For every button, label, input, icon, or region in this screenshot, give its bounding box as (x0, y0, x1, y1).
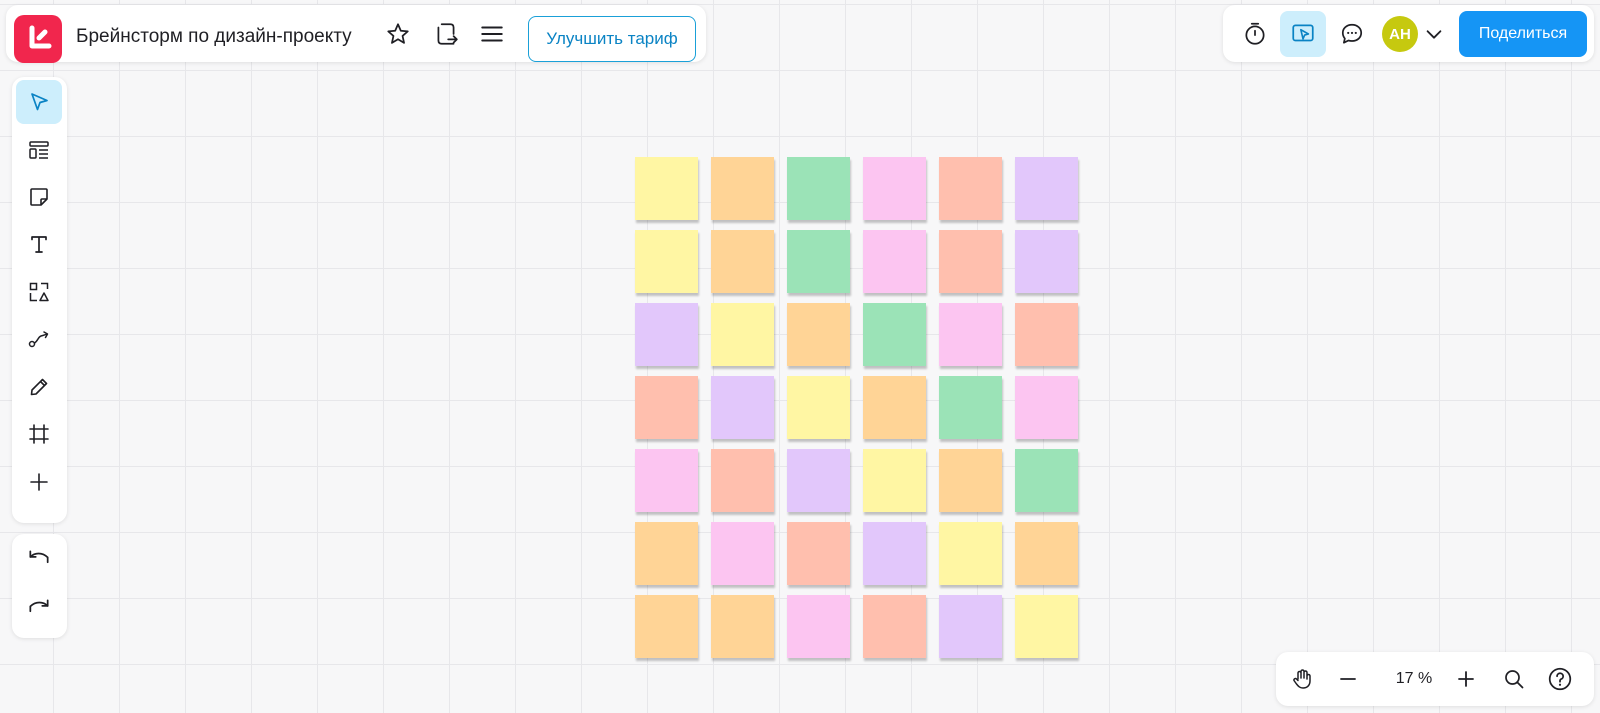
pen-icon[interactable] (16, 365, 62, 409)
presentation-cursor-icon[interactable] (1280, 11, 1326, 57)
sticky-note[interactable] (939, 449, 1002, 512)
share-button[interactable]: Поделиться (1459, 11, 1587, 57)
sticky-note[interactable] (939, 522, 1002, 585)
sticky-note[interactable] (635, 376, 698, 439)
sticky-note[interactable] (863, 230, 926, 293)
sticky-note[interactable] (939, 595, 1002, 658)
sticky-note[interactable] (787, 595, 850, 658)
undo-icon[interactable] (16, 537, 62, 581)
sticky-note[interactable] (711, 376, 774, 439)
sticky-note[interactable] (1015, 595, 1078, 658)
zoom-level[interactable]: 17 % (1384, 652, 1444, 706)
export-board-icon[interactable] (426, 14, 466, 54)
sticky-note[interactable] (939, 230, 1002, 293)
app-logo-icon[interactable] (14, 15, 62, 63)
sticky-note[interactable] (787, 376, 850, 439)
sticky-note[interactable] (635, 303, 698, 366)
sticky-note[interactable] (711, 157, 774, 220)
sticky-note[interactable] (1015, 449, 1078, 512)
shapes-icon[interactable] (16, 270, 62, 314)
hand-icon[interactable] (1282, 659, 1322, 699)
zoom-controls: 17 % (1276, 652, 1594, 706)
zoom-out-icon[interactable] (1328, 659, 1368, 699)
timer-icon[interactable] (1235, 14, 1275, 54)
sticky-note[interactable] (635, 449, 698, 512)
sticky-note[interactable] (635, 230, 698, 293)
sticky-note[interactable] (863, 376, 926, 439)
sticky-note[interactable] (787, 449, 850, 512)
user-avatar[interactable]: АН (1382, 16, 1418, 52)
history-controls (12, 534, 67, 638)
zoom-in-icon[interactable] (1446, 659, 1486, 699)
fit-to-screen-icon[interactable] (1494, 659, 1534, 699)
upgrade-plan-button[interactable]: Улучшить тариф (528, 16, 696, 62)
sticky-note[interactable] (863, 449, 926, 512)
sticky-note[interactable] (711, 449, 774, 512)
chevron-down-icon[interactable] (1419, 14, 1449, 54)
sticky-note[interactable] (1015, 157, 1078, 220)
tool-palette (12, 77, 67, 523)
sticky-note[interactable] (939, 376, 1002, 439)
cursor-icon[interactable] (16, 80, 62, 124)
sticky-note[interactable] (1015, 522, 1078, 585)
plus-icon[interactable] (16, 460, 62, 504)
sticky-note[interactable] (635, 157, 698, 220)
sticky-note[interactable] (863, 157, 926, 220)
sticky-note-icon[interactable] (16, 175, 62, 219)
sticky-note[interactable] (863, 303, 926, 366)
sticky-note[interactable] (635, 522, 698, 585)
sticky-note[interactable] (787, 230, 850, 293)
sticky-note[interactable] (711, 522, 774, 585)
sticky-note[interactable] (711, 303, 774, 366)
sticky-note[interactable] (1015, 230, 1078, 293)
sticky-note[interactable] (711, 595, 774, 658)
frame-icon[interactable] (16, 412, 62, 456)
sticky-note[interactable] (787, 303, 850, 366)
sticky-note[interactable] (863, 595, 926, 658)
text-icon[interactable] (16, 222, 62, 266)
sticky-note[interactable] (1015, 303, 1078, 366)
board-title[interactable]: Брейнсторм по дизайн-проекту (76, 26, 352, 48)
sticky-note[interactable] (863, 522, 926, 585)
templates-icon[interactable] (16, 128, 62, 172)
sticky-note[interactable] (787, 522, 850, 585)
sticky-note[interactable] (635, 595, 698, 658)
comments-icon[interactable] (1332, 14, 1372, 54)
sticky-note[interactable] (939, 157, 1002, 220)
star-icon[interactable] (378, 14, 418, 54)
sticky-note[interactable] (787, 157, 850, 220)
redo-icon[interactable] (16, 586, 62, 630)
sticky-note[interactable] (1015, 376, 1078, 439)
connector-icon[interactable] (16, 317, 62, 361)
board-header: Брейнсторм по дизайн-проекту Улучшить та… (6, 5, 706, 63)
hamburger-menu-icon[interactable] (472, 14, 512, 54)
sticky-note[interactable] (939, 303, 1002, 366)
sticky-note[interactable] (711, 230, 774, 293)
help-icon[interactable] (1540, 659, 1580, 699)
